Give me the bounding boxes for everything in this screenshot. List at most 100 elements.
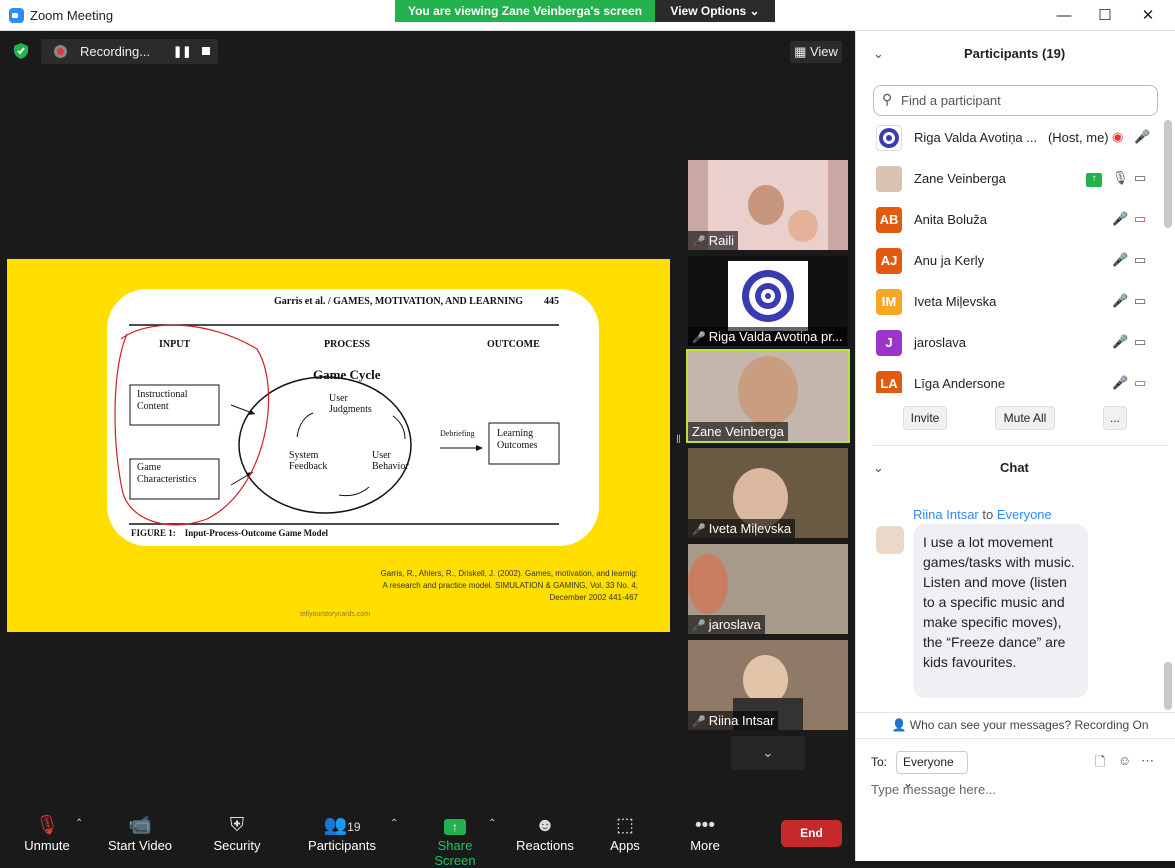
participant-name: Iveta Miļevska	[914, 294, 997, 309]
share-screen-label: Share Screen	[434, 838, 476, 868]
emoji-icon[interactable]: ☺	[1118, 753, 1131, 768]
participant-avatar	[876, 125, 902, 151]
participants-scrollbar[interactable]	[1164, 120, 1172, 228]
participant-row[interactable]: Zane Veinberga ↑ 🎙 ▭	[876, 160, 1156, 201]
slide-watermark: tellyourstorycards.com	[300, 611, 371, 618]
unmute-button[interactable]: 🎙 Unmute	[20, 814, 74, 853]
view-options-button[interactable]: View Options ⌄	[655, 0, 775, 22]
muted-mic-icon: 🎤	[692, 332, 706, 344]
apps-icon: ⬚	[616, 815, 634, 836]
security-button[interactable]: ⛨ Security	[211, 814, 263, 853]
participants-options-caret[interactable]: ⌃	[390, 818, 398, 829]
participant-row[interactable]: J jaroslava 🎤 ▭	[876, 324, 1156, 365]
collapse-chat-chevron-icon[interactable]: ⌄	[873, 460, 884, 476]
start-video-button[interactable]: 📹 Start Video	[106, 814, 174, 853]
muted-mic-icon: 🎙	[34, 815, 60, 836]
video-tile[interactable]: 🎤 Raili	[688, 160, 848, 250]
tile-name-label: Riina Intsar	[708, 713, 775, 728]
audio-options-caret[interactable]: ⌃	[75, 818, 83, 829]
chat-to-label: To:	[871, 755, 888, 769]
participants-label: Participants	[308, 838, 376, 853]
chat-sender[interactable]: Riina Intsar	[913, 507, 979, 522]
game-characteristics-box: Game Characteristics	[137, 462, 197, 485]
unmute-label: Unmute	[24, 838, 70, 853]
filmstrip-scroll-down-button[interactable]: ⌄	[731, 736, 805, 770]
shield-icon: ⛨	[229, 815, 245, 836]
chat-recipient-select[interactable]: Everyone ⌄	[896, 751, 968, 790]
video-icon[interactable]: ▭	[1134, 252, 1146, 268]
video-tile[interactable]: 🎤 Riga Valda Avotiņa pr...	[688, 256, 848, 346]
mic-icon[interactable]: 🎙	[1112, 170, 1129, 186]
muted-mic-icon[interactable]: 🎤	[1112, 211, 1128, 227]
chat-visibility-notice[interactable]: 👤 Who can see your messages? Recording O…	[870, 718, 1170, 732]
chat-message-header: Riina Intsar to Everyone	[913, 507, 1052, 522]
apps-button[interactable]: ⬚ Apps	[605, 814, 645, 853]
video-tile[interactable]: 🎤 jaroslava	[688, 544, 848, 634]
muted-mic-icon[interactable]: 🎤	[1112, 252, 1128, 268]
muted-mic-icon: 🎤	[692, 524, 706, 536]
view-layout-button[interactable]: ▦ View	[790, 41, 842, 63]
figure-page-number: 445	[544, 296, 559, 307]
participant-row[interactable]: AJ Anu ja Kerly 🎤 ▭	[876, 242, 1156, 283]
splitter-handle[interactable]: ‖	[676, 432, 681, 446]
tile-name: 🎤 Raili	[688, 231, 738, 250]
minimize-button[interactable]: —	[1054, 6, 1074, 26]
participant-row[interactable]: Riga Valda Avotiņa ... (Host, me) ◉ 🎤	[876, 119, 1156, 160]
tile-name: 🎤 jaroslava	[688, 615, 765, 634]
participant-avatar: J	[876, 330, 902, 356]
pause-recording-button[interactable]: ❚❚	[173, 45, 191, 58]
video-icon[interactable]: ▭	[1134, 293, 1146, 309]
debriefing-label: Debriefing	[440, 429, 475, 438]
participants-more-button[interactable]: ...	[1103, 406, 1127, 430]
participant-name: Zane Veinberga	[914, 171, 1006, 186]
stop-recording-button[interactable]	[202, 47, 210, 55]
video-icon[interactable]: ▭	[1134, 170, 1146, 186]
video-tile-active-speaker[interactable]: Zane Veinberga	[686, 349, 850, 443]
process-heading: PROCESS	[324, 339, 371, 350]
collapse-participants-chevron-icon[interactable]: ⌄	[873, 46, 884, 62]
chat-sender-avatar	[876, 526, 904, 554]
apps-label: Apps	[610, 838, 640, 853]
window-title: Zoom Meeting	[30, 8, 114, 23]
maximize-button[interactable]: ☐	[1095, 6, 1115, 26]
share-options-caret[interactable]: ⌃	[488, 818, 496, 829]
encryption-shield-icon[interactable]	[13, 42, 29, 60]
chat-input-divider	[855, 738, 1175, 739]
video-tile[interactable]: 🎤 Riina Intsar	[688, 640, 848, 730]
muted-mic-icon[interactable]: 🎤	[1134, 129, 1150, 145]
participant-search-placeholder: Find a participant	[901, 93, 1001, 108]
muted-mic-icon[interactable]: 🎤	[1112, 293, 1128, 309]
reactions-button[interactable]: ☻ Reactions	[516, 814, 574, 853]
slide-citation: Garris, R., Ahlers, R., Driskell, J. (20…	[300, 568, 638, 604]
tile-name-label: Riga Valda Avotiņa pr...	[708, 329, 843, 344]
more-options-icon[interactable]: ⋯	[1141, 753, 1154, 769]
share-screen-button[interactable]: ↑ Share Screen	[418, 814, 492, 868]
chat-message-input[interactable]: Type message here...	[871, 782, 996, 797]
input-heading: INPUT	[159, 339, 191, 350]
game-model-diagram	[114, 324, 560, 526]
video-tile[interactable]: 🎤 Iveta Miļevska	[688, 448, 848, 538]
participants-button[interactable]: 👥19 Participants	[306, 814, 378, 853]
participant-row[interactable]: AB Anita Boluža 🎤 ▭	[876, 201, 1156, 242]
spiral-logo	[742, 270, 794, 322]
participant-row[interactable]: IM Iveta Miļevska 🎤 ▭	[876, 283, 1156, 324]
chat-to-word: to	[982, 507, 994, 522]
chat-panel-title: Chat	[1000, 460, 1029, 475]
end-meeting-button[interactable]: End	[781, 820, 842, 847]
video-off-icon[interactable]: ▭	[1134, 375, 1146, 391]
close-button[interactable]: ✕	[1138, 6, 1158, 26]
muted-mic-icon[interactable]: 🎤	[1112, 334, 1128, 350]
file-icon[interactable]: 🗋	[1095, 753, 1105, 775]
chat-scrollbar[interactable]	[1164, 662, 1172, 710]
figure-caption: FIGURE 1: Input-Process-Outcome Game Mod…	[131, 528, 329, 538]
video-off-icon[interactable]: ▭	[1134, 211, 1146, 227]
more-button[interactable]: ••• More	[685, 814, 725, 853]
mute-all-button[interactable]: Mute All	[995, 406, 1055, 430]
video-off-icon: 📹	[128, 815, 152, 836]
invite-button[interactable]: Invite	[903, 406, 947, 430]
muted-mic-icon[interactable]: 🎤	[1112, 375, 1128, 391]
person-icon: 👤	[891, 718, 907, 732]
chevron-down-icon: ⌄	[762, 745, 774, 760]
participant-row[interactable]: LA Līga Andersone 🎤 ▭	[876, 365, 1156, 393]
video-icon[interactable]: ▭	[1134, 334, 1146, 350]
